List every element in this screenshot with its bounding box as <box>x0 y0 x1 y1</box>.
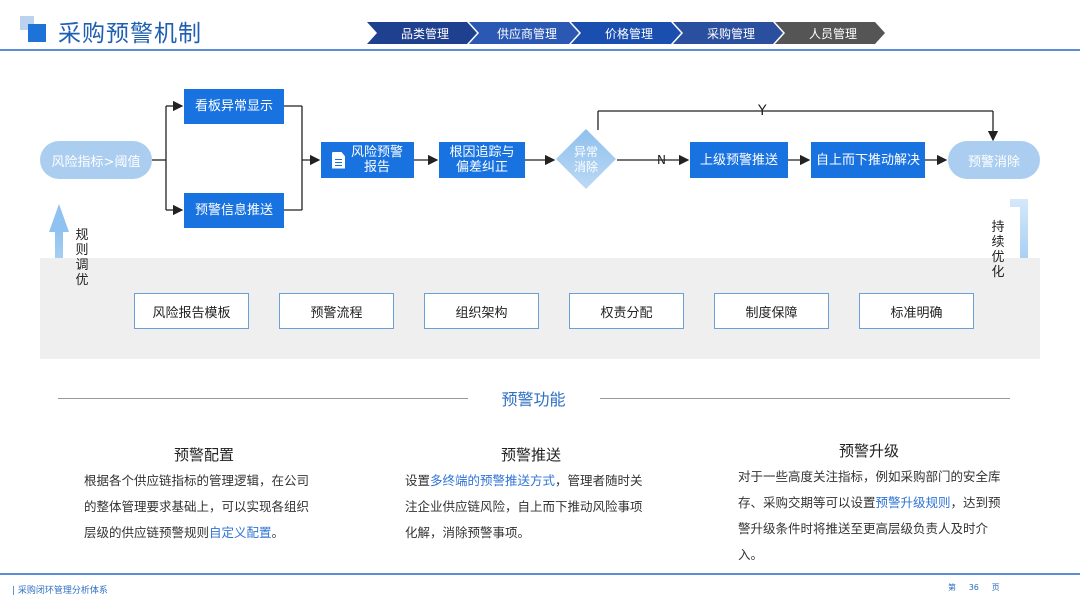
section-title: 预警功能 <box>501 390 566 409</box>
foundation-item: 标准明确 <box>859 293 974 329</box>
flow-top-down: 自上而下推动解决 <box>811 142 925 178</box>
feature-body-config: 根据各个供应链指标的管理逻辑，在公司的整体管理要求基础上，可以实现各组织层级的供… <box>84 473 310 540</box>
section-divider-right <box>600 398 1010 399</box>
loop-continuous-opt: 持续优化 <box>991 220 1005 280</box>
feature-body-push: 设置多终端的预警推送方式，管理者随时关注企业供应链风险，自上而下推动风险事项化解… <box>405 473 643 540</box>
footer-text: | 采购闭环管理分析体系 <box>12 586 108 596</box>
foundation-item: 风险报告模板 <box>134 293 249 329</box>
flow-end: 预警消除 <box>948 141 1040 179</box>
page-number: 第 36 页 <box>948 583 1000 592</box>
label-yes: Y <box>758 103 767 119</box>
foundation-item: 制度保障 <box>714 293 829 329</box>
section-divider-left <box>58 398 468 399</box>
flow-escalate: 上级预警推送 <box>690 142 788 178</box>
foundation-item: 预警流程 <box>279 293 394 329</box>
flow-start: 风险指标>阈值 <box>40 141 152 179</box>
document-icon <box>331 151 345 169</box>
flow-root-cause: 根因追踪与 偏差纠正 <box>439 142 525 178</box>
feature-title-push: 预警推送 <box>500 446 561 464</box>
flow-decision: 异常 消除 <box>556 129 616 189</box>
feature-title-config: 预警配置 <box>173 446 234 464</box>
feature-body-escalation: 对于一些高度关注指标，例如采购部门的安全库存、采购交期等可以设置预警升级规则，达… <box>738 469 1001 562</box>
feature-title-escalation: 预警升级 <box>838 442 899 460</box>
flow-board-alert: 看板异常显示 <box>184 89 284 124</box>
footer-divider <box>0 573 1080 575</box>
foundation-item: 权责分配 <box>569 293 684 329</box>
loop-rule-tuning: 规则调优 <box>75 228 89 288</box>
flow-risk-report: 风险预警 报告 <box>321 142 414 178</box>
foundation-item: 组织架构 <box>424 293 539 329</box>
label-no: N <box>657 153 666 167</box>
flow-push-alert: 预警信息推送 <box>184 193 284 228</box>
